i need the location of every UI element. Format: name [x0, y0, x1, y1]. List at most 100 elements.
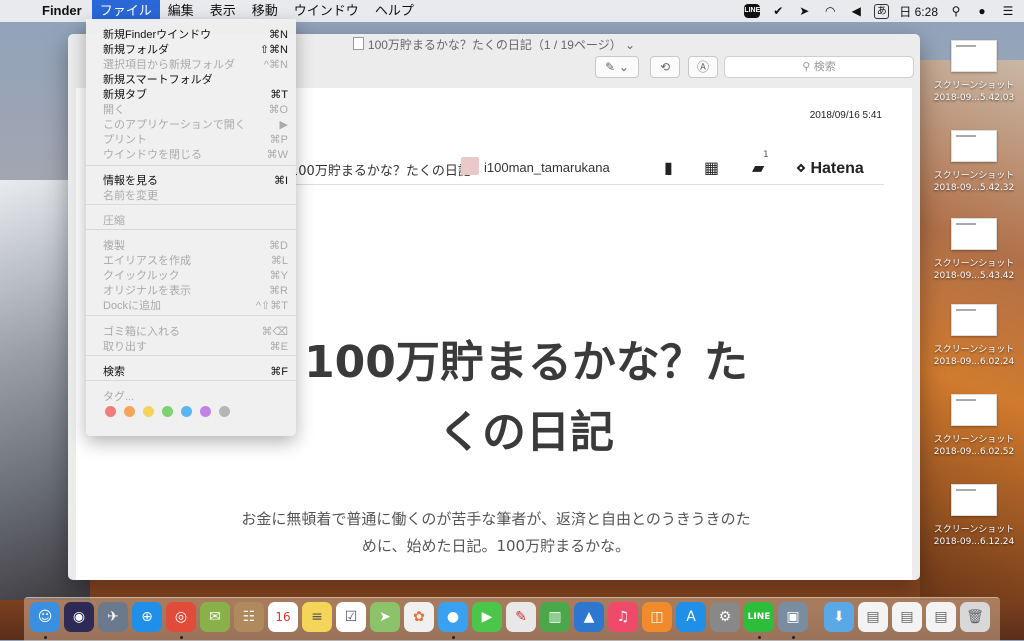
input-method-indicator[interactable]: あ: [874, 3, 890, 19]
downloads-folder-icon[interactable]: ⬇: [824, 602, 854, 632]
facetime-icon[interactable]: ▶: [472, 602, 502, 632]
menu-item-label: 圧縮: [103, 215, 125, 227]
recent-doc-icon-3[interactable]: ▤: [926, 602, 956, 632]
menu-item-shortcut: ⌘Y: [269, 270, 288, 282]
file-label: スクリーンショット 2018-09...6.02.24: [933, 345, 1015, 367]
system-preferences-icon[interactable]: ⚙: [710, 602, 740, 632]
recent-doc-icon-1[interactable]: ▤: [858, 602, 888, 632]
numbers-icon[interactable]: ▥: [540, 602, 570, 632]
tag-color-dot[interactable]: [219, 406, 230, 417]
siri-icon[interactable]: ◉: [64, 602, 94, 632]
user-name-link[interactable]: i100man_tamarukana: [484, 160, 610, 175]
desktop-file[interactable]: スクリーンショット 2018-09...6.02.24: [928, 304, 1020, 368]
hatena-mark-icon: ⋄: [796, 160, 811, 177]
tag-color-dot[interactable]: [143, 406, 154, 417]
menu-item-shortcut: ⌘T: [270, 89, 288, 101]
notes-icon[interactable]: ≡: [302, 602, 332, 632]
tag-color-dot[interactable]: [181, 406, 192, 417]
running-indicator: [758, 636, 761, 639]
tag-color-dot[interactable]: [124, 406, 135, 417]
menu-window[interactable]: ウインドウ: [286, 0, 367, 22]
bookmark-icon[interactable]: ▮: [664, 158, 673, 177]
file-menu-item[interactable]: 検索 ⌘F: [86, 365, 296, 380]
chrome-icon[interactable]: ◎: [166, 602, 196, 632]
pages-icon[interactable]: ✎: [506, 602, 536, 632]
file-menu-item: Dockに追加 ^⇧⌘T: [86, 299, 296, 314]
finder-icon[interactable]: ☺: [30, 602, 60, 632]
menu-item-label: タグ...: [103, 391, 135, 403]
menu-separator: [86, 315, 296, 316]
mail-stamp-icon[interactable]: ✉: [200, 602, 230, 632]
line-status-icon[interactable]: LINE: [744, 4, 761, 18]
menu-item-shortcut: ⇧⌘N: [259, 44, 288, 56]
menu-item-shortcut: ▶: [279, 119, 288, 131]
markup-toolbar-button[interactable]: Ⓐ: [688, 56, 718, 78]
location-arrow-icon[interactable]: ➤: [796, 3, 812, 19]
spotlight-search-icon[interactable]: ⚲: [948, 3, 964, 19]
file-menu-item[interactable]: 新規スマートフォルダ: [86, 73, 296, 88]
clock[interactable]: 日 6:28: [899, 3, 938, 20]
grid-menu-icon[interactable]: ▦: [704, 158, 719, 177]
hatena-logo[interactable]: ⋄ Hatena: [796, 158, 864, 178]
contacts-icon[interactable]: ☷: [234, 602, 264, 632]
desktop-file[interactable]: スクリーンショット 2018-09...5.43.42: [928, 218, 1020, 282]
markup-pen-button[interactable]: ✎ ⌄: [595, 56, 639, 78]
user-avatar: [461, 157, 479, 175]
menu-item-label: 新規タブ: [103, 89, 147, 101]
file-menu-item: 名前を変更: [86, 189, 296, 204]
menu-item-label: このアプリケーションで開く: [103, 119, 246, 131]
ibooks-icon[interactable]: ◫: [642, 602, 672, 632]
calendar-icon[interactable]: 16: [268, 602, 298, 632]
running-indicator: [792, 636, 795, 639]
recent-doc-icon-2[interactable]: ▤: [892, 602, 922, 632]
search-field[interactable]: ⚲ 検索: [724, 56, 914, 78]
menu-item-shortcut: ⌘F: [270, 366, 288, 378]
itunes-icon[interactable]: ♫: [608, 602, 638, 632]
menu-item-label: 新規スマートフォルダ: [103, 74, 213, 86]
file-menu-item[interactable]: 新規Finderウインドウ ⌘N: [86, 28, 296, 43]
app-store-icon[interactable]: A: [676, 602, 706, 632]
rotate-button[interactable]: ⟲: [650, 56, 680, 78]
menu-separator: [86, 355, 296, 356]
comment-icon[interactable]: ▰: [752, 158, 764, 177]
search-icon: ⚲: [802, 60, 814, 73]
reminders-icon[interactable]: ☑: [336, 602, 366, 632]
desktop-file[interactable]: スクリーンショット 2018-09...5.42.32: [928, 130, 1020, 194]
menu-item-label: 取り出す: [103, 341, 147, 353]
safari-icon[interactable]: ⊕: [132, 602, 162, 632]
menu-item-label: 選択項目から新規フォルダ: [103, 59, 235, 71]
launchpad-icon[interactable]: ✈: [98, 602, 128, 632]
siri-icon[interactable]: ●: [974, 3, 990, 19]
menu-item-shortcut: ⌘I: [273, 175, 288, 187]
app-menu-finder[interactable]: Finder: [34, 0, 92, 22]
tag-color-dot[interactable]: [162, 406, 173, 417]
menu-item-shortcut: ^⌘N: [263, 59, 288, 71]
file-menu-item: 複製 ⌘D: [86, 239, 296, 254]
desktop-file[interactable]: スクリーンショット 2018-09...6.02.52: [928, 394, 1020, 458]
blog-title: 100万貯まるかな？た くの日記: [304, 337, 748, 458]
desktop-file[interactable]: スクリーンショット 2018-09...5.42.03: [928, 40, 1020, 104]
checkmark-status-icon[interactable]: ✔: [770, 3, 786, 19]
desktop-file[interactable]: スクリーンショット 2018-09...6.12.24: [928, 484, 1020, 548]
messages-icon[interactable]: ●: [438, 602, 468, 632]
file-menu-item[interactable]: 新規フォルダ ⇧⌘N: [86, 43, 296, 58]
keynote-icon[interactable]: ▲: [574, 602, 604, 632]
line-app-icon[interactable]: LINE: [744, 602, 774, 632]
tag-color-dot[interactable]: [105, 406, 116, 417]
tag-color-dot[interactable]: [200, 406, 211, 417]
blog-name-link[interactable]: 100万貯まるかな？たくの日記: [290, 160, 471, 179]
volume-icon[interactable]: ◀: [848, 3, 864, 19]
trash-icon[interactable]: 🗑: [960, 602, 990, 632]
wifi-icon[interactable]: ◠: [822, 3, 838, 19]
file-menu-item[interactable]: 新規タブ ⌘T: [86, 88, 296, 103]
preview-icon[interactable]: ▣: [778, 602, 808, 632]
menu-help[interactable]: ヘルプ: [367, 0, 422, 22]
menu-item-label: ゴミ箱に入れる: [103, 326, 180, 338]
menu-item-shortcut: ⌘L: [270, 255, 288, 267]
title-chevron-icon[interactable]: ⌄: [622, 38, 635, 52]
photos-icon[interactable]: ✿: [404, 602, 434, 632]
file-menu-item[interactable]: 情報を見る ⌘I: [86, 174, 296, 189]
maps-icon[interactable]: ➤: [370, 602, 400, 632]
notification-center-icon[interactable]: ☰: [1000, 3, 1016, 19]
menu-item-label: エイリアスを作成: [103, 255, 191, 267]
